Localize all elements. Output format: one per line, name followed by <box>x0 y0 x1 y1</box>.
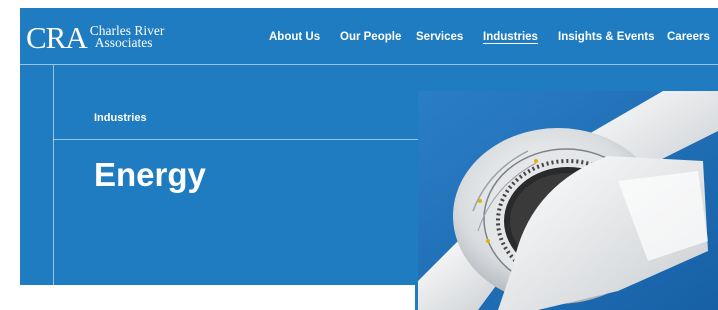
nav-careers[interactable]: Careers <box>667 31 710 43</box>
hero-image-wind-turbine <box>418 91 718 310</box>
nav-about-us[interactable]: About Us <box>269 31 320 43</box>
nav-our-people[interactable]: Our People <box>340 31 401 43</box>
nav-services[interactable]: Services <box>416 31 463 43</box>
page-container: CRA Charles River Associates About Us Ou… <box>20 8 718 310</box>
page-title: Energy <box>94 156 206 193</box>
main-nav: About Us Our People Services Industries … <box>20 31 718 51</box>
nav-insights-events[interactable]: Insights & Events <box>558 31 655 43</box>
nav-industries[interactable]: Industries <box>483 31 538 43</box>
site-header: CRA Charles River Associates About Us Ou… <box>20 8 718 65</box>
breadcrumb-industries[interactable]: Industries <box>94 112 147 124</box>
grid-line-vertical <box>53 65 54 285</box>
wind-turbine-illustration <box>418 91 718 310</box>
content-white-band <box>20 285 415 310</box>
